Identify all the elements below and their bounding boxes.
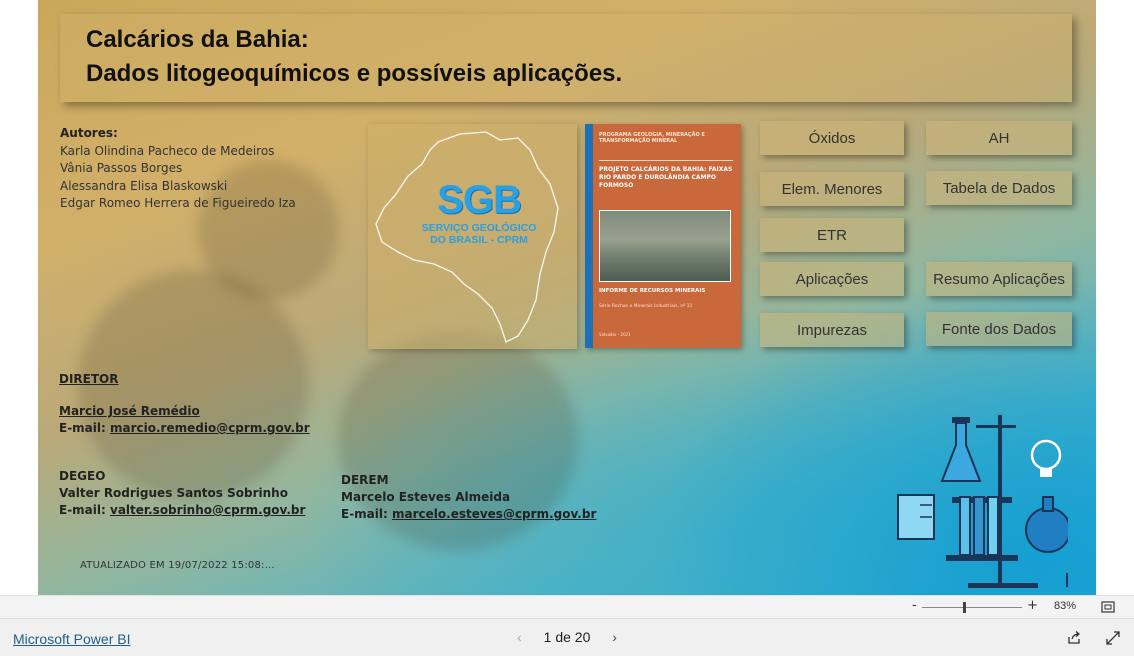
zoom-slider-track[interactable] — [922, 607, 1022, 608]
round-flask-icon — [1025, 496, 1068, 553]
author-name: Vânia Passos Borges — [60, 161, 183, 175]
sgb-logo-line2: DO BRASIL - CPRM — [430, 234, 528, 246]
zoom-out-button[interactable]: - — [912, 598, 917, 613]
book-subseries: Série Rochas e Minerais Industriais, nº … — [599, 304, 693, 309]
elem-menores-button[interactable]: Elem. Menores — [760, 172, 904, 206]
zoom-bar: - + 83% — [0, 595, 1134, 618]
updated-timestamp: ATUALIZADO EM 19/07/2022 15:08:... — [80, 560, 275, 571]
aplicacoes-button[interactable]: Aplicações — [760, 262, 904, 296]
author-name: Edgar Romeo Herrera de Figueiredo Iza — [60, 196, 296, 210]
derem-email-link[interactable]: marcelo.esteves@cprm.gov.br — [392, 507, 596, 521]
book-spine-stripe — [585, 124, 593, 348]
fonte-dados-button[interactable]: Fonte dos Dados — [926, 312, 1072, 346]
sgb-logo: SGB SERVIÇO GEOLÓGICO DO BRASIL - CPRM — [414, 180, 544, 246]
authors-block: Autores: Karla Olindina Pacheco de Medei… — [60, 125, 296, 213]
report-title-line1: Calcários da Bahia: — [86, 26, 309, 53]
next-page-button[interactable]: › — [612, 629, 617, 645]
resumo-aplicacoes-button[interactable]: Resumo Aplicações — [926, 262, 1072, 296]
authors-heading: Autores: — [60, 126, 118, 140]
bahia-map-panel: SGB SERVIÇO GEOLÓGICO DO BRASIL - CPRM — [368, 124, 577, 349]
sgb-logo-line1: SERVIÇO GEOLÓGICO — [421, 222, 537, 234]
expand-icon[interactable] — [1106, 631, 1120, 645]
zoom-slider-thumb[interactable] — [962, 602, 966, 613]
degeo-email-link[interactable]: valter.sobrinho@cprm.gov.br — [110, 503, 305, 517]
author-name: Alessandra Elisa Blaskowski — [60, 178, 228, 193]
tabela-dados-button[interactable]: Tabela de Dados — [926, 171, 1072, 205]
sgb-logo-text: SGB — [437, 178, 522, 222]
author-name: Karla Olindina Pacheco de Medeiros — [60, 143, 275, 158]
share-icon[interactable] — [1067, 631, 1081, 645]
diretor-heading: DIRETOR — [59, 372, 119, 386]
zoom-level-text: 83% — [1054, 600, 1077, 612]
pagination: ‹ 1 de 20 › — [0, 629, 1134, 645]
previous-page-button[interactable]: ‹ — [517, 629, 522, 645]
email-label: E-mail: — [59, 503, 106, 517]
fit-to-page-icon[interactable] — [1101, 601, 1115, 613]
email-label: E-mail: — [59, 421, 106, 435]
laboratory-illustration — [897, 415, 1068, 588]
email-label: E-mail: — [341, 507, 388, 521]
book-cover-image: PROGRAMA GEOLOGIA, MINERAÇÃO E TRANSFORM… — [585, 124, 741, 348]
degeo-block: DEGEO Valter Rodrigues Santos Sobrinho E… — [59, 468, 305, 519]
zoom-in-button[interactable]: + — [1027, 598, 1038, 613]
diretor-block: DIRETOR Marcio José Remédio E-mail: marc… — [59, 371, 310, 437]
book-photo — [599, 210, 731, 282]
derem-heading: DEREM — [341, 473, 389, 487]
ah-button[interactable]: AH — [926, 121, 1072, 155]
page-indicator: 1 de 20 — [543, 629, 591, 645]
degeo-heading: DEGEO — [59, 469, 106, 483]
impurezas-button[interactable]: Impurezas — [760, 313, 904, 347]
etr-button[interactable]: ETR — [760, 218, 904, 252]
book-series: INFORME DE RECURSOS MINERAIS — [599, 288, 706, 294]
degeo-name: Valter Rodrigues Santos Sobrinho — [59, 486, 288, 500]
book-header: PROGRAMA GEOLOGIA, MINERAÇÃO E TRANSFORM… — [599, 132, 705, 144]
book-place-year: Salvador - 2021 — [599, 332, 631, 337]
beaker-icon — [897, 494, 935, 540]
conical-flask-icon — [940, 417, 982, 482]
bulb-icon — [1030, 439, 1062, 477]
derem-name: Marcelo Esteves Almeida — [341, 490, 511, 504]
derem-block: DEREM Marcelo Esteves Almeida E-mail: ma… — [341, 472, 596, 523]
oxidos-button[interactable]: Óxidos — [760, 121, 904, 155]
footer-bar: Microsoft Power BI ‹ 1 de 20 › — [0, 618, 1134, 656]
diretor-name: Marcio José Remédio — [59, 404, 200, 418]
test-tubes-icon — [946, 496, 1018, 561]
book-title: PROJETO CALCÁRIOS DA BAHIA: FAIXAS RIO P… — [599, 166, 733, 189]
report-title-line2: Dados litogeoquímicos e possíveis aplica… — [86, 60, 623, 87]
diretor-email-link[interactable]: marcio.remedio@cprm.gov.br — [110, 421, 310, 435]
report-canvas: Calcários da Bahia: Dados litogeoquímico… — [38, 0, 1096, 595]
title-panel: Calcários da Bahia: Dados litogeoquímico… — [60, 14, 1072, 102]
burner-flame-icon — [1066, 573, 1068, 587]
